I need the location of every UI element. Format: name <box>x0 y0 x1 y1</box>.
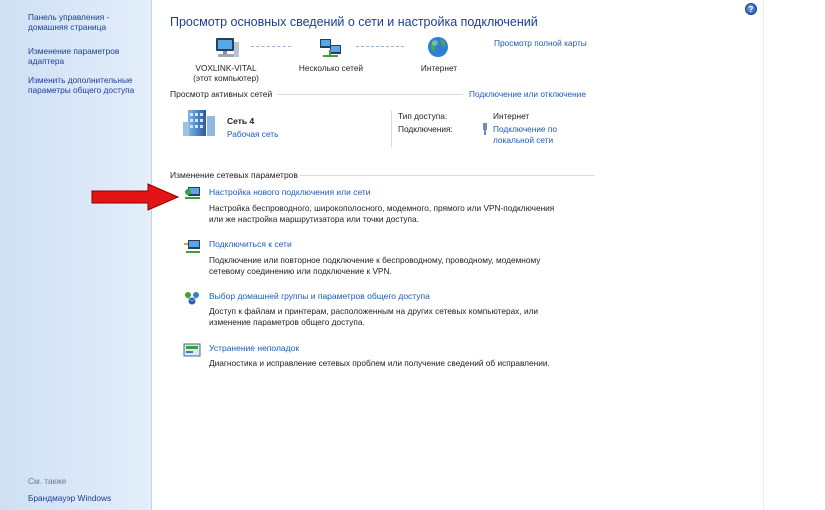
connect-network-icon <box>184 240 200 253</box>
ethernet-icon <box>483 123 487 135</box>
connection-link[interactable]: Подключение по локальной сети <box>493 124 573 146</box>
change-settings-rule <box>300 175 595 176</box>
internet-label: Интернет <box>420 63 458 73</box>
full-map-link[interactable]: Просмотр полной карты <box>494 38 587 48</box>
task-connect-network-desc-1: Подключение или повторное подключение к … <box>209 255 541 265</box>
new-connection-icon <box>185 187 200 199</box>
task-connect-network-desc-2: сетевому соединению или подключение к VP… <box>209 266 392 276</box>
task-homegroup-desc-2: изменение параметров общего доступа. <box>209 317 365 327</box>
right-margin <box>763 0 825 510</box>
computer-name-label: VOXLINK-VITAL <box>195 63 257 73</box>
active-networks-heading: Просмотр активных сетей <box>170 89 273 99</box>
sidebar-link-advanced-sharing[interactable]: Изменить дополнительные параметры общего… <box>28 75 150 95</box>
troubleshoot-icon <box>183 343 201 357</box>
task-homegroup-link[interactable]: Выбор домашней группы и параметров общег… <box>209 291 430 301</box>
task-homegroup-desc-1: Доступ к файлам и принтерам, расположенн… <box>209 306 539 316</box>
task-troubleshoot-desc-1: Диагностика и исправление сетевых пробле… <box>209 358 550 368</box>
page-title: Просмотр основных сведений о сети и наст… <box>170 15 538 29</box>
computer-sub-label: (этот компьютер) <box>193 73 259 83</box>
active-networks-rule <box>277 94 463 95</box>
network-name: Сеть 4 <box>227 116 255 126</box>
work-network-icon <box>183 110 215 136</box>
see-also-label: См. также <box>28 476 67 486</box>
connections-label: Подключения: <box>398 124 453 134</box>
homegroup-icon <box>185 292 199 305</box>
red-arrow-icon <box>91 183 180 211</box>
network-type-link[interactable]: Рабочая сеть <box>227 129 278 139</box>
multiple-networks-label: Несколько сетей <box>298 63 364 73</box>
map-link-line-2 <box>356 46 404 47</box>
help-icon[interactable]: ? <box>745 3 757 15</box>
task-new-connection-link[interactable]: Настройка нового подключения или сети <box>209 187 371 197</box>
sidebar-link-control-panel-home[interactable]: Панель управления - домашняя страница <box>28 12 150 32</box>
internet-globe-icon <box>428 37 448 57</box>
connect-disconnect-link[interactable]: Подключение или отключение <box>469 89 586 99</box>
computer-icon <box>216 38 239 57</box>
change-settings-heading: Изменение сетевых параметров <box>170 170 298 180</box>
access-type-label: Тип доступа: <box>398 111 448 121</box>
task-connect-network-link[interactable]: Подключиться к сети <box>209 239 292 249</box>
vertical-divider <box>391 111 392 147</box>
sidebar-link-adapter-settings[interactable]: Изменение параметров адаптера <box>28 46 150 66</box>
map-link-line-1 <box>251 46 291 47</box>
access-type-value: Интернет <box>493 111 530 121</box>
sidebar-link-firewall[interactable]: Брандмауэр Windows <box>28 493 150 503</box>
task-new-connection-desc-2: или же настройка маршрутизатора или точк… <box>209 214 419 224</box>
task-new-connection-desc-1: Настройка беспроводного, широкополосного… <box>209 203 555 213</box>
multiple-networks-icon <box>320 39 341 57</box>
task-troubleshoot-link[interactable]: Устранение неполадок <box>209 343 299 353</box>
